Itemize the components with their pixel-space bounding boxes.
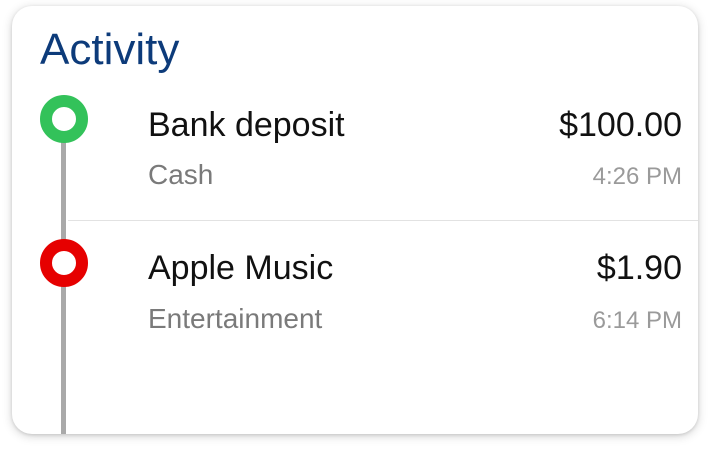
activity-item-time: 6:14 PM: [592, 307, 682, 334]
page-title: Activity: [40, 25, 180, 74]
activity-item-name: Bank deposit: [148, 106, 345, 144]
divider: [68, 220, 698, 221]
activity-item-amount: $1.90: [596, 249, 682, 287]
deposit-indicator-icon: [40, 95, 88, 143]
activity-card: Activity Bank deposit Cash $100.00 4:26 …: [12, 6, 698, 434]
activity-item-time: 4:26 PM: [592, 163, 682, 190]
activity-item-category: Cash: [148, 159, 214, 190]
activity-item-amount: $100.00: [559, 106, 682, 144]
activity-item-name: Apple Music: [148, 249, 334, 287]
activity-item-category: Entertainment: [148, 303, 323, 334]
expense-indicator-icon: [40, 239, 88, 287]
